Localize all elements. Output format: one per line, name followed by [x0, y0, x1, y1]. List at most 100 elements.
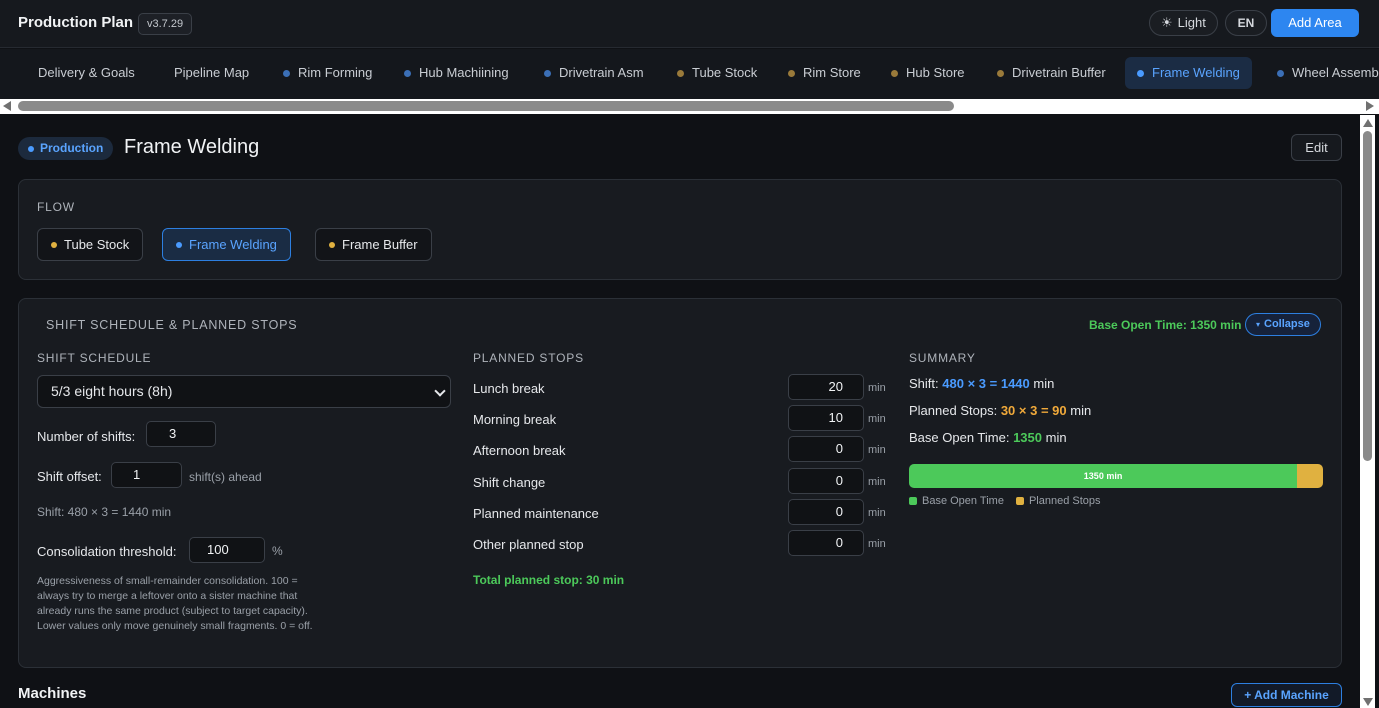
- summary-base-line: Base Open Time: 1350 min: [909, 430, 1067, 445]
- base-open-time-header: Base Open Time: 1350 min: [1089, 318, 1242, 332]
- tab-hub-machining[interactable]: Hub Machiining: [392, 57, 521, 89]
- shift-offset-suffix: shift(s) ahead: [189, 470, 262, 484]
- legend-open-label: Base Open Time: [922, 495, 1004, 507]
- tab-frame-welding[interactable]: Frame Welding: [1125, 57, 1252, 89]
- consolidation-unit: %: [272, 544, 283, 558]
- scrollbar-thumb[interactable]: [1363, 131, 1372, 461]
- summary-shift-line: Shift: 480 × 3 = 1440 min: [909, 376, 1055, 391]
- tab-label: Drivetrain Buffer: [1012, 65, 1106, 80]
- number-of-shifts-label: Number of shifts:: [37, 429, 136, 444]
- stop-unit: min: [868, 507, 886, 519]
- summary-stops-a: 30: [1000, 403, 1016, 418]
- number-of-shifts-input[interactable]: 3: [146, 421, 216, 447]
- stop-unit: min: [868, 444, 886, 456]
- tab-label: Wheel Assemb: [1292, 65, 1379, 80]
- tab-hub-store[interactable]: Hub Store: [879, 57, 977, 89]
- collapse-button[interactable]: ▾ Collapse: [1245, 313, 1321, 336]
- tab-label: Pipeline Map: [174, 65, 250, 80]
- tab-pipeline-map[interactable]: Pipeline Map: [162, 57, 261, 89]
- scroll-down-icon[interactable]: [1363, 698, 1373, 706]
- summary-unit: min: [1070, 403, 1092, 418]
- summary-shift-prefix: Shift:: [909, 376, 939, 391]
- tab-drivetrain-asm[interactable]: Drivetrain Asm: [532, 57, 656, 89]
- summary-stops-prefix: Planned Stops:: [909, 403, 998, 418]
- stop-input-other-planned-stop[interactable]: 0: [788, 530, 864, 556]
- add-area-button[interactable]: Add Area: [1271, 9, 1359, 37]
- add-machine-button[interactable]: + Add Machine: [1231, 683, 1342, 707]
- chevron-down-icon: [434, 385, 446, 397]
- consolidation-description: Aggressiveness of small-remainder consol…: [37, 575, 313, 632]
- status-dot-icon: [1137, 69, 1144, 77]
- status-dot-icon: [891, 69, 898, 77]
- tab-label: Frame Welding: [1152, 65, 1240, 80]
- page-vertical-scrollbar[interactable]: [1360, 115, 1375, 708]
- tab-drivetrain-buffer[interactable]: Drivetrain Buffer: [985, 57, 1118, 89]
- total-planned-stop: Total planned stop: 30 min: [473, 573, 625, 587]
- status-dot-icon: [176, 241, 182, 248]
- theme-toggle-button[interactable]: ☀ Light: [1149, 10, 1218, 36]
- stop-label-afternoon-break: Afternoon break: [473, 443, 566, 458]
- summary-base-prefix: Base Open Time:: [909, 430, 1010, 445]
- tabs-horizontal-scrollbar[interactable]: [0, 99, 1379, 114]
- scroll-up-icon[interactable]: [1363, 119, 1373, 127]
- area-type-badge: Production: [18, 137, 114, 160]
- tab-label: Delivery & Goals: [38, 65, 135, 80]
- consolidation-threshold-input[interactable]: 100: [189, 537, 265, 563]
- stop-label-planned-maintenance: Planned maintenance: [473, 506, 599, 521]
- summary-shift-a: 480: [942, 376, 964, 391]
- shift-schedule-value: 5/3 eight hours (8h): [51, 383, 173, 399]
- status-dot-icon: [28, 145, 34, 152]
- area-tabs: Delivery & Goals Pipeline Map Rim Formin…: [0, 49, 1379, 99]
- tab-rim-forming[interactable]: Rim Forming: [271, 57, 384, 89]
- status-dot-icon: [544, 69, 551, 77]
- tab-label: Hub Machiining: [419, 65, 509, 80]
- tab-rim-store[interactable]: Rim Store: [776, 57, 873, 89]
- shift-offset-input[interactable]: 1: [111, 462, 182, 488]
- flow-panel: FLOW Tube Stock Frame Welding Frame Buff…: [18, 179, 1342, 280]
- planned-stops-caption: PLANNED STOPS: [473, 351, 584, 365]
- scrollbar-thumb[interactable]: [18, 101, 954, 111]
- tab-tube-stock[interactable]: Tube Stock: [665, 57, 769, 89]
- status-dot-icon: [1277, 69, 1284, 77]
- status-dot-icon: [329, 241, 335, 248]
- language-button[interactable]: EN: [1225, 10, 1267, 36]
- tab-delivery-goals[interactable]: Delivery & Goals: [26, 57, 147, 89]
- page-title: Frame Welding: [124, 136, 260, 158]
- summary-unit: min: [1033, 376, 1055, 391]
- legend-swatch-icon: [909, 497, 917, 505]
- stop-input-shift-change[interactable]: 0: [788, 468, 864, 494]
- stop-unit: min: [868, 382, 886, 394]
- flow-chip-frame-buffer[interactable]: Frame Buffer: [315, 228, 432, 261]
- top-bar: Production Plan v3.7.29 ☀ Light EN Add A…: [0, 0, 1379, 48]
- stop-input-morning-break[interactable]: 10: [788, 405, 864, 431]
- edit-button[interactable]: Edit: [1291, 134, 1342, 161]
- flow-caption: FLOW: [37, 200, 75, 214]
- shift-schedule-select[interactable]: 5/3 eight hours (8h): [37, 375, 451, 408]
- status-dot-icon: [788, 69, 795, 77]
- summary-caption: SUMMARY: [909, 351, 976, 365]
- flow-chip-tube-stock[interactable]: Tube Stock: [37, 228, 144, 261]
- stop-input-lunch-break[interactable]: 20: [788, 374, 864, 400]
- bar-legend: Base Open Time Planned Stops: [909, 495, 1101, 507]
- summary-stops-total: 90: [1052, 403, 1067, 418]
- flow-chip-frame-welding[interactable]: Frame Welding: [162, 228, 291, 261]
- stop-label-morning-break: Morning break: [473, 412, 557, 427]
- summary-stops-line: Planned Stops: 30 × 3 = 90 min: [909, 403, 1092, 418]
- tab-label: Drivetrain Asm: [559, 65, 644, 80]
- area-type-label: Production: [40, 141, 104, 155]
- stop-input-planned-maintenance[interactable]: 0: [788, 499, 864, 525]
- flow-chip-label: Frame Welding: [189, 237, 277, 252]
- summary-shift-total: 1440: [1000, 376, 1030, 391]
- summary-unit: min: [1045, 430, 1067, 445]
- scroll-right-icon[interactable]: [1366, 101, 1374, 111]
- tab-wheel-assembly[interactable]: Wheel Assemb: [1265, 57, 1379, 89]
- stop-input-afternoon-break[interactable]: 0: [788, 436, 864, 462]
- version-badge: v3.7.29: [138, 13, 193, 35]
- tab-label: Hub Store: [906, 65, 965, 80]
- machines-title: Machines: [18, 685, 87, 702]
- legend-item-open: Base Open Time: [909, 495, 1004, 507]
- scroll-left-icon[interactable]: [3, 101, 11, 111]
- tab-label: Rim Store: [803, 65, 861, 80]
- consolidation-threshold-label: Consolidation threshold:: [37, 544, 177, 559]
- stop-label-lunch-break: Lunch break: [473, 381, 545, 396]
